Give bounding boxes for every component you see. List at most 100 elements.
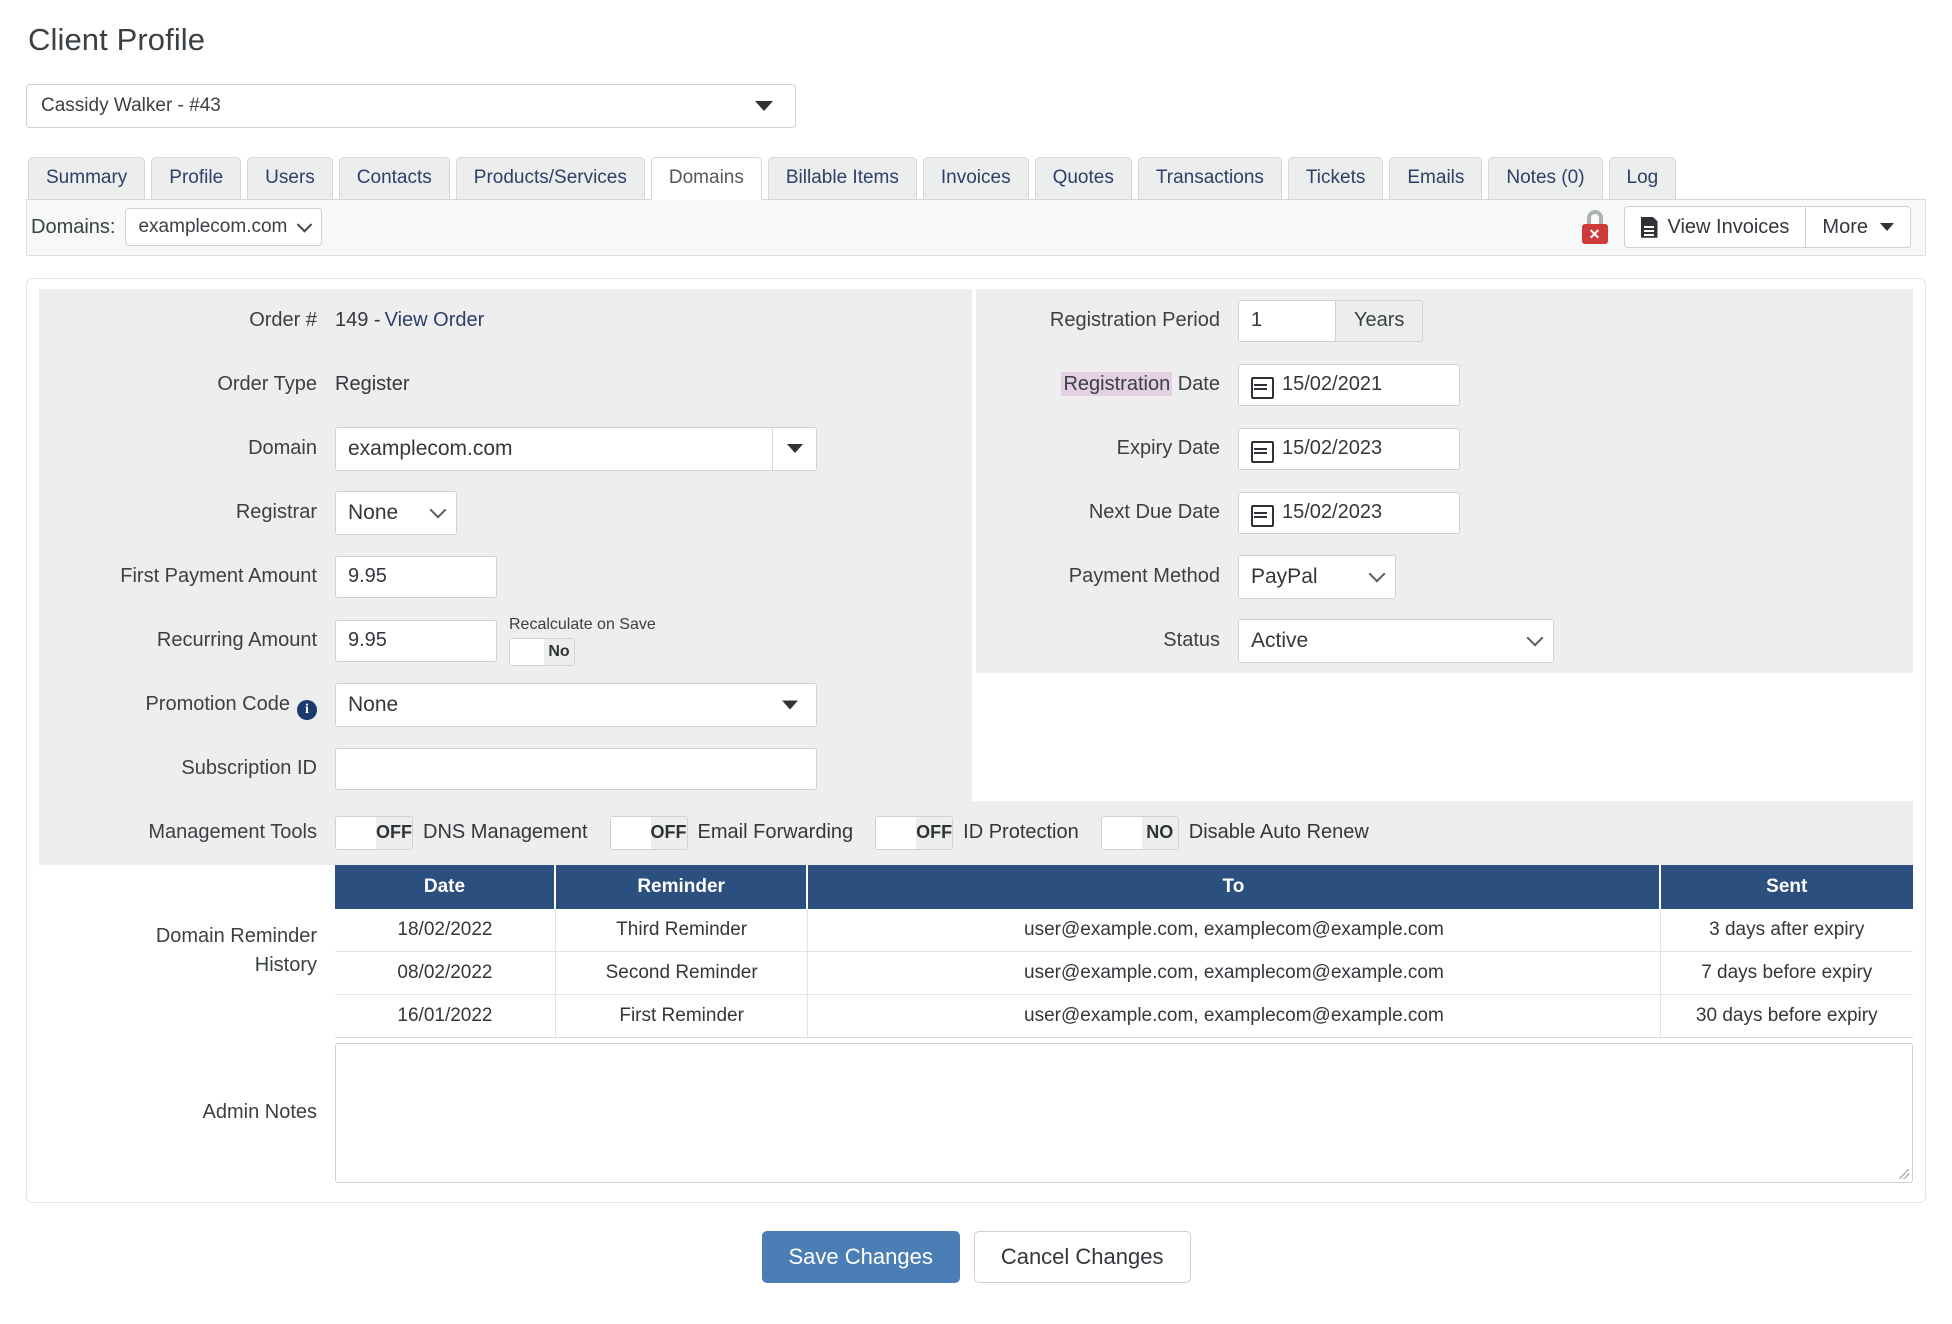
- field-subscription-id: Subscription ID: [39, 736, 972, 801]
- domain-combo-value: examplecom.com: [348, 436, 513, 460]
- field-recurring-amount: Recurring Amount 9.95 Recalculate on Sav…: [39, 608, 972, 673]
- field-admin-notes: Admin Notes: [39, 1038, 1913, 1188]
- management-toggle-dns-management[interactable]: OFF: [335, 815, 413, 850]
- domain-combo-toggle[interactable]: [772, 427, 816, 470]
- promotion-code-label-text: Promotion Code: [145, 692, 290, 715]
- calendar-icon: [1251, 375, 1274, 399]
- chevron-down-icon: [1526, 629, 1544, 647]
- info-icon[interactable]: i: [297, 699, 317, 720]
- tab-profile[interactable]: Profile: [151, 157, 242, 199]
- promotion-code-value: None: [348, 692, 399, 716]
- field-domain-reminder-history: Domain Reminder History Date Reminder To Se…: [39, 864, 1913, 1038]
- resize-handle-icon[interactable]: [1899, 1168, 1909, 1179]
- admin-notes-label: Admin Notes: [202, 1101, 318, 1124]
- tab-tickets[interactable]: Tickets: [1287, 157, 1384, 199]
- management-toggle-caption: Email Forwarding: [697, 821, 854, 844]
- registration-date-input[interactable]: 15/02/2021: [1238, 363, 1460, 406]
- table-cell: user@example.com, examplecom@example.com: [808, 951, 1661, 995]
- field-expiry-date: Expiry Date 15/02/2023: [976, 416, 1913, 481]
- admin-notes-textarea[interactable]: [335, 1042, 1913, 1183]
- tab-contacts[interactable]: Contacts: [338, 157, 450, 199]
- cancel-changes-button[interactable]: Cancel Changes: [973, 1230, 1191, 1283]
- expiry-date-input[interactable]: 15/02/2023: [1238, 427, 1460, 470]
- first-payment-input[interactable]: 9.95: [335, 555, 497, 598]
- save-changes-button[interactable]: Save Changes: [761, 1230, 960, 1283]
- view-invoices-label: View Invoices: [1667, 215, 1790, 238]
- domain-combo[interactable]: examplecom.com: [335, 426, 817, 471]
- domain-dropdown[interactable]: examplecom.com: [125, 208, 323, 247]
- registration-period-unit: Years: [1336, 299, 1424, 342]
- tab-notes-0[interactable]: Notes (0): [1488, 157, 1603, 199]
- registrar-select[interactable]: None: [335, 490, 457, 535]
- view-order-link[interactable]: View Order: [385, 309, 485, 332]
- form-column-left: Order # 149 - View Order Order Type Regi…: [39, 288, 976, 801]
- client-selector-value: Cassidy Walker - #43: [41, 95, 221, 116]
- view-invoices-button[interactable]: View Invoices: [1623, 206, 1807, 249]
- table-row: 18/02/2022 Third Reminder user@example.com…: [335, 908, 1913, 952]
- subscription-id-input[interactable]: [335, 747, 817, 790]
- registration-period-label: Registration Period: [1049, 309, 1220, 332]
- client-selector[interactable]: Cassidy Walker - #43: [26, 84, 796, 128]
- tab-users[interactable]: Users: [247, 157, 333, 199]
- table-header-sent: Sent: [1660, 864, 1913, 909]
- tab-invoices[interactable]: Invoices: [922, 157, 1029, 199]
- management-toggle-caption: Disable Auto Renew: [1188, 821, 1369, 844]
- status-select[interactable]: Active: [1238, 618, 1554, 663]
- management-toggle-email-forwarding[interactable]: OFF: [609, 815, 688, 850]
- expiry-date-label: Expiry Date: [1116, 437, 1220, 460]
- tab-emails[interactable]: Emails: [1389, 157, 1483, 199]
- tab-quotes[interactable]: Quotes: [1034, 157, 1132, 199]
- registration-period-input[interactable]: 1: [1238, 299, 1336, 342]
- table-header-reminder: Reminder: [555, 864, 809, 909]
- field-promotion-code: Promotion Code i None: [39, 672, 972, 737]
- tab-transactions[interactable]: Transactions: [1137, 157, 1282, 199]
- more-button[interactable]: More: [1806, 206, 1911, 249]
- recalculate-on-save-toggle[interactable]: No: [509, 637, 575, 666]
- order-type-value: Register: [335, 373, 410, 396]
- field-first-payment: First Payment Amount 9.95: [39, 544, 972, 609]
- tab-domains[interactable]: Domains: [650, 157, 762, 200]
- chevron-down-icon: [297, 217, 313, 233]
- more-label: More: [1822, 215, 1868, 238]
- recurring-amount-input[interactable]: 9.95: [335, 619, 497, 662]
- registration-date-value: 15/02/2021: [1282, 373, 1383, 396]
- management-toggle-disable-auto-renew[interactable]: NO: [1100, 815, 1179, 850]
- chevron-down-icon: [1368, 565, 1386, 583]
- management-toggle-state: OFF: [650, 816, 687, 849]
- domain-reminder-history-label: Domain Reminder History: [39, 922, 335, 980]
- management-toggle-state: OFF: [376, 816, 412, 849]
- reminder-history-table: Date Reminder To Sent 18/02/2022 Third Remin…: [335, 864, 1913, 1038]
- domain-dropdown-value: examplecom.com: [138, 216, 288, 238]
- client-profile-page: Client Profile Cassidy Walker - #43 Summ…: [0, 0, 1952, 1309]
- expiry-date-value: 15/02/2023: [1282, 437, 1383, 460]
- tab-log[interactable]: Log: [1608, 157, 1677, 199]
- next-due-date-label: Next Due Date: [1088, 501, 1220, 524]
- payment-method-select[interactable]: PayPal: [1238, 554, 1396, 599]
- next-due-date-input[interactable]: 15/02/2023: [1238, 491, 1460, 534]
- table-cell: 08/02/2022: [335, 951, 556, 995]
- subscription-id-label: Subscription ID: [181, 757, 317, 780]
- tab-billable-items[interactable]: Billable Items: [767, 157, 917, 199]
- management-toggle-id-protection[interactable]: OFF: [875, 815, 954, 850]
- field-order-type: Order Type Register: [39, 352, 972, 417]
- tab-products-services[interactable]: Products/Services: [455, 157, 645, 199]
- invoice-document-icon: [1641, 217, 1658, 238]
- reminder-history-label-line1: Domain Reminder: [155, 925, 317, 948]
- domain-label: Domain: [248, 437, 317, 460]
- field-registration-period: Registration Period 1 Years: [976, 288, 1913, 353]
- promotion-code-select[interactable]: None: [335, 682, 817, 727]
- tab-summary[interactable]: Summary: [28, 157, 146, 199]
- recurring-amount-label: Recurring Amount: [156, 629, 317, 652]
- recurring-amount-value: 9.95: [348, 629, 387, 652]
- first-payment-value: 9.95: [348, 565, 387, 588]
- lock-unsecured-icon[interactable]: ✕: [1580, 210, 1610, 245]
- payment-method-label: Payment Method: [1068, 565, 1220, 588]
- management-toggle-state: OFF: [916, 816, 953, 849]
- form-actions: Save Changes Cancel Changes: [26, 1230, 1926, 1309]
- order-type-label: Order Type: [217, 373, 317, 396]
- table-cell: user@example.com, examplecom@example.com: [808, 994, 1661, 1038]
- order-number-label: Order #: [249, 309, 317, 332]
- table-cell: 30 days before expiry: [1660, 994, 1913, 1038]
- table-cell: 16/01/2022: [335, 994, 556, 1038]
- toolbar-button-group: View Invoices More: [1623, 206, 1911, 249]
